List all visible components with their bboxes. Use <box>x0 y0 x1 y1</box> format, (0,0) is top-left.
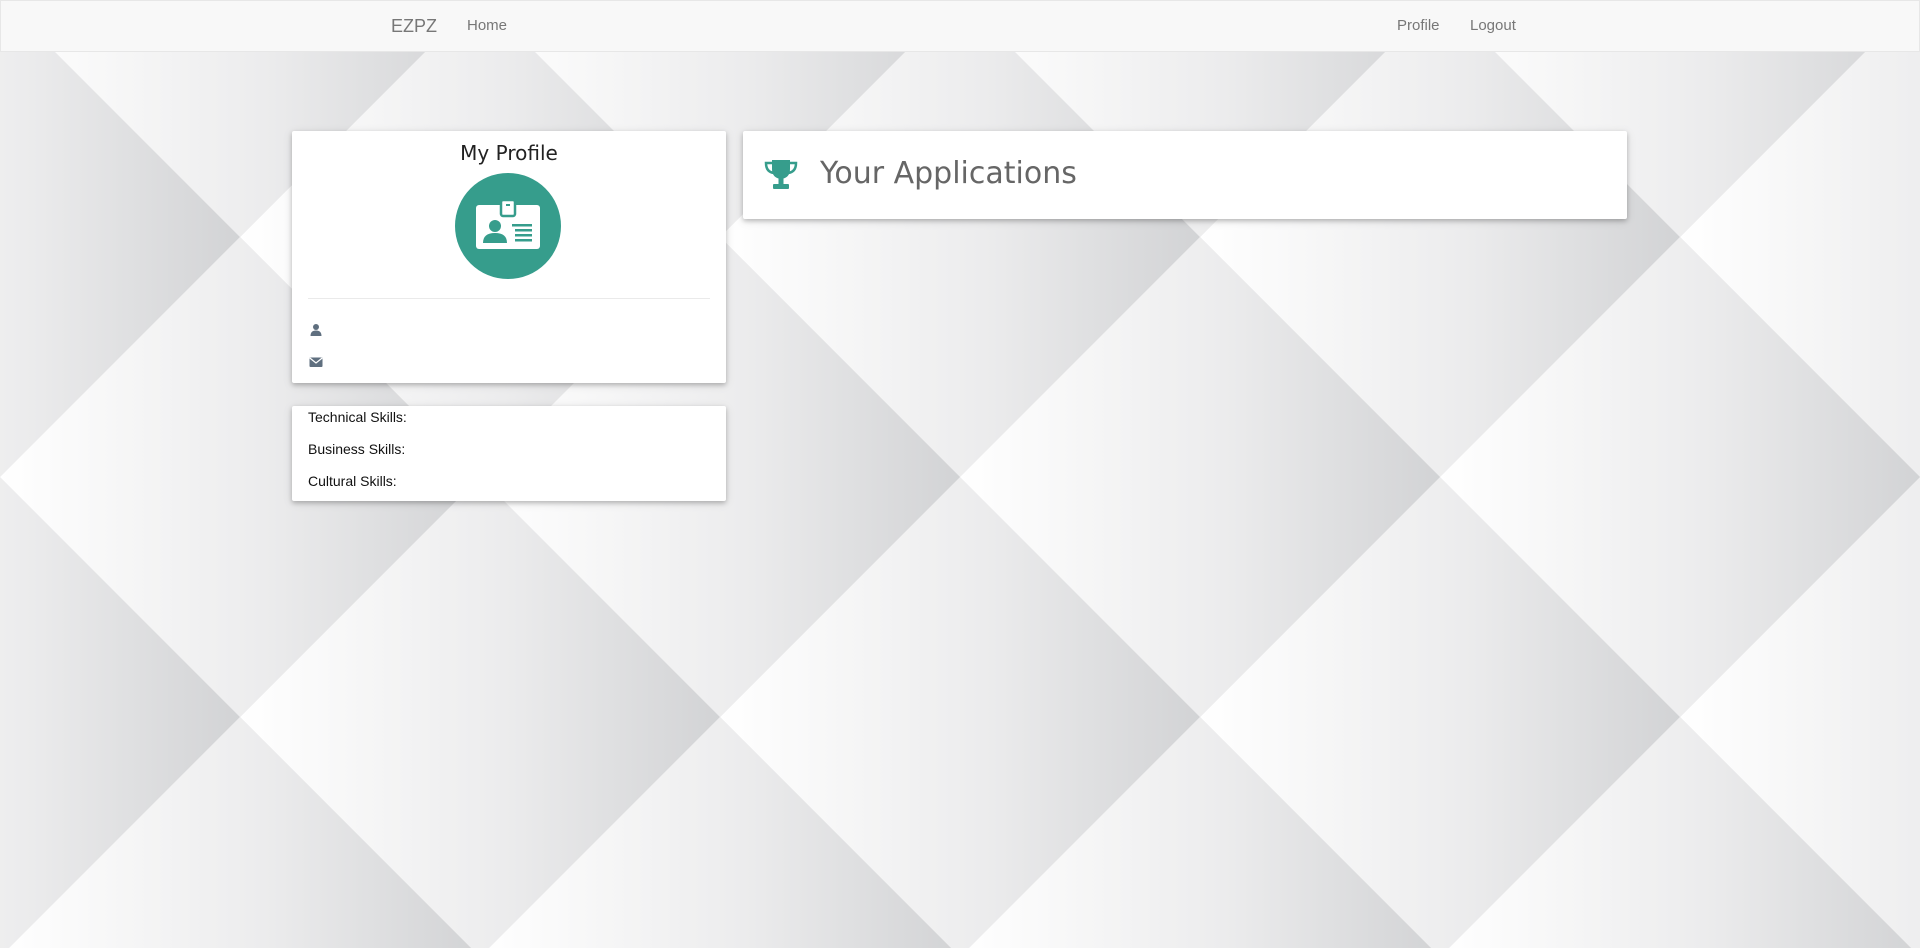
profile-divider <box>308 298 710 299</box>
skills-card: Technical Skills: Business Skills: Cultu… <box>292 406 726 501</box>
applications-header-card: Your Applications <box>743 131 1627 219</box>
nav-profile-link[interactable]: Profile <box>1397 1 1440 51</box>
brand-link[interactable]: EZPZ <box>391 1 437 51</box>
profile-card: My Profile <box>292 131 726 383</box>
profile-title: My Profile <box>460 141 558 165</box>
user-icon <box>310 324 322 336</box>
top-navbar: EZPZ Home Profile Logout <box>0 0 1920 52</box>
applications-title: Your Applications <box>820 156 1077 191</box>
business-skills-label: Business Skills: <box>308 441 406 457</box>
nav-logout-link[interactable]: Logout <box>1470 1 1516 51</box>
nav-home-link[interactable]: Home <box>467 1 507 51</box>
avatar <box>455 173 561 279</box>
id-card-icon <box>476 198 540 249</box>
technical-skills-label: Technical Skills: <box>308 409 407 425</box>
envelope-icon <box>309 357 323 367</box>
cultural-skills-label: Cultural Skills: <box>308 473 397 489</box>
trophy-icon <box>764 160 798 189</box>
